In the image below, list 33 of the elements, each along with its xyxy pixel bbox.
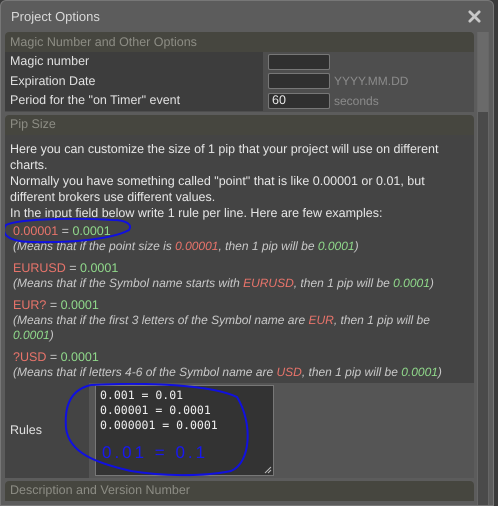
rule-line: 0.000001 = 0.0001: [100, 418, 219, 432]
example-rule: ?USD = 0.0001: [13, 348, 99, 364]
description-text: In the input field below write 1 rule per line. Here are few examples:: [10, 204, 384, 220]
close-icon[interactable]: [468, 10, 481, 23]
section-header[interactable]: Description and Version Number: [5, 480, 474, 500]
scrollbar-thumb[interactable]: [478, 32, 488, 112]
field-label: Rules: [10, 422, 42, 439]
input-field[interactable]: [268, 54, 330, 70]
example-explanation: (Means that if the first 3 letters of the Symbol name are EUR, then 1 pip will be 0.0001): [13, 312, 431, 342]
input-field[interactable]: 60: [268, 92, 330, 109]
handwritten-note: 0.01 = 0.1: [102, 442, 208, 462]
example-explanation: (Means that if the Symbol name starts with EURUSD, then 1 pip will be 0.0001): [13, 276, 435, 290]
window-title: Project Options: [11, 8, 100, 26]
example-explanation: (Means that if the point size is 0.00001, then 1 pip will be 0.0001): [13, 238, 360, 254]
field-hint: seconds: [334, 92, 379, 110]
rule-line: 0.001 = 0.01: [100, 388, 184, 402]
description-text: Here you can customize the size of 1 pip that your project will use on different charts.: [10, 140, 440, 172]
description-text: Normally you have something called "point" that is like 0.00001 or 0.01, but different brokers use different values.: [10, 172, 426, 204]
field-label: Expiration Date: [10, 72, 96, 90]
field-label: Period for the "on Timer" event: [10, 92, 180, 110]
section-header[interactable]: Magic Number and Other Options: [5, 32, 474, 52]
field-hint: YYYY.MM.DD: [334, 73, 408, 90]
example-rule: EURUSD = 0.0001: [13, 260, 118, 276]
example-explanation: (Means that if letters 4-6 of the Symbol name are USD, then 1 pip will be 0.0001): [13, 364, 443, 380]
section-header[interactable]: Pip Size: [5, 114, 474, 134]
rules-textarea[interactable]: 0.001 = 0.01 0.00001 = 0.0001 0.000001 = 0.0001 0.01 = 0.1: [95, 384, 274, 476]
rule-line: 0.00001 = 0.0001: [100, 402, 212, 418]
resize-grip-icon[interactable]: [264, 466, 272, 474]
input-field[interactable]: [268, 73, 330, 90]
example-rule: EUR? = 0.0001: [13, 296, 99, 312]
field-label: Magic number: [10, 53, 90, 70]
example-rule: 0.00001 = 0.0001: [13, 222, 111, 238]
scrollbar[interactable]: [477, 32, 489, 505]
